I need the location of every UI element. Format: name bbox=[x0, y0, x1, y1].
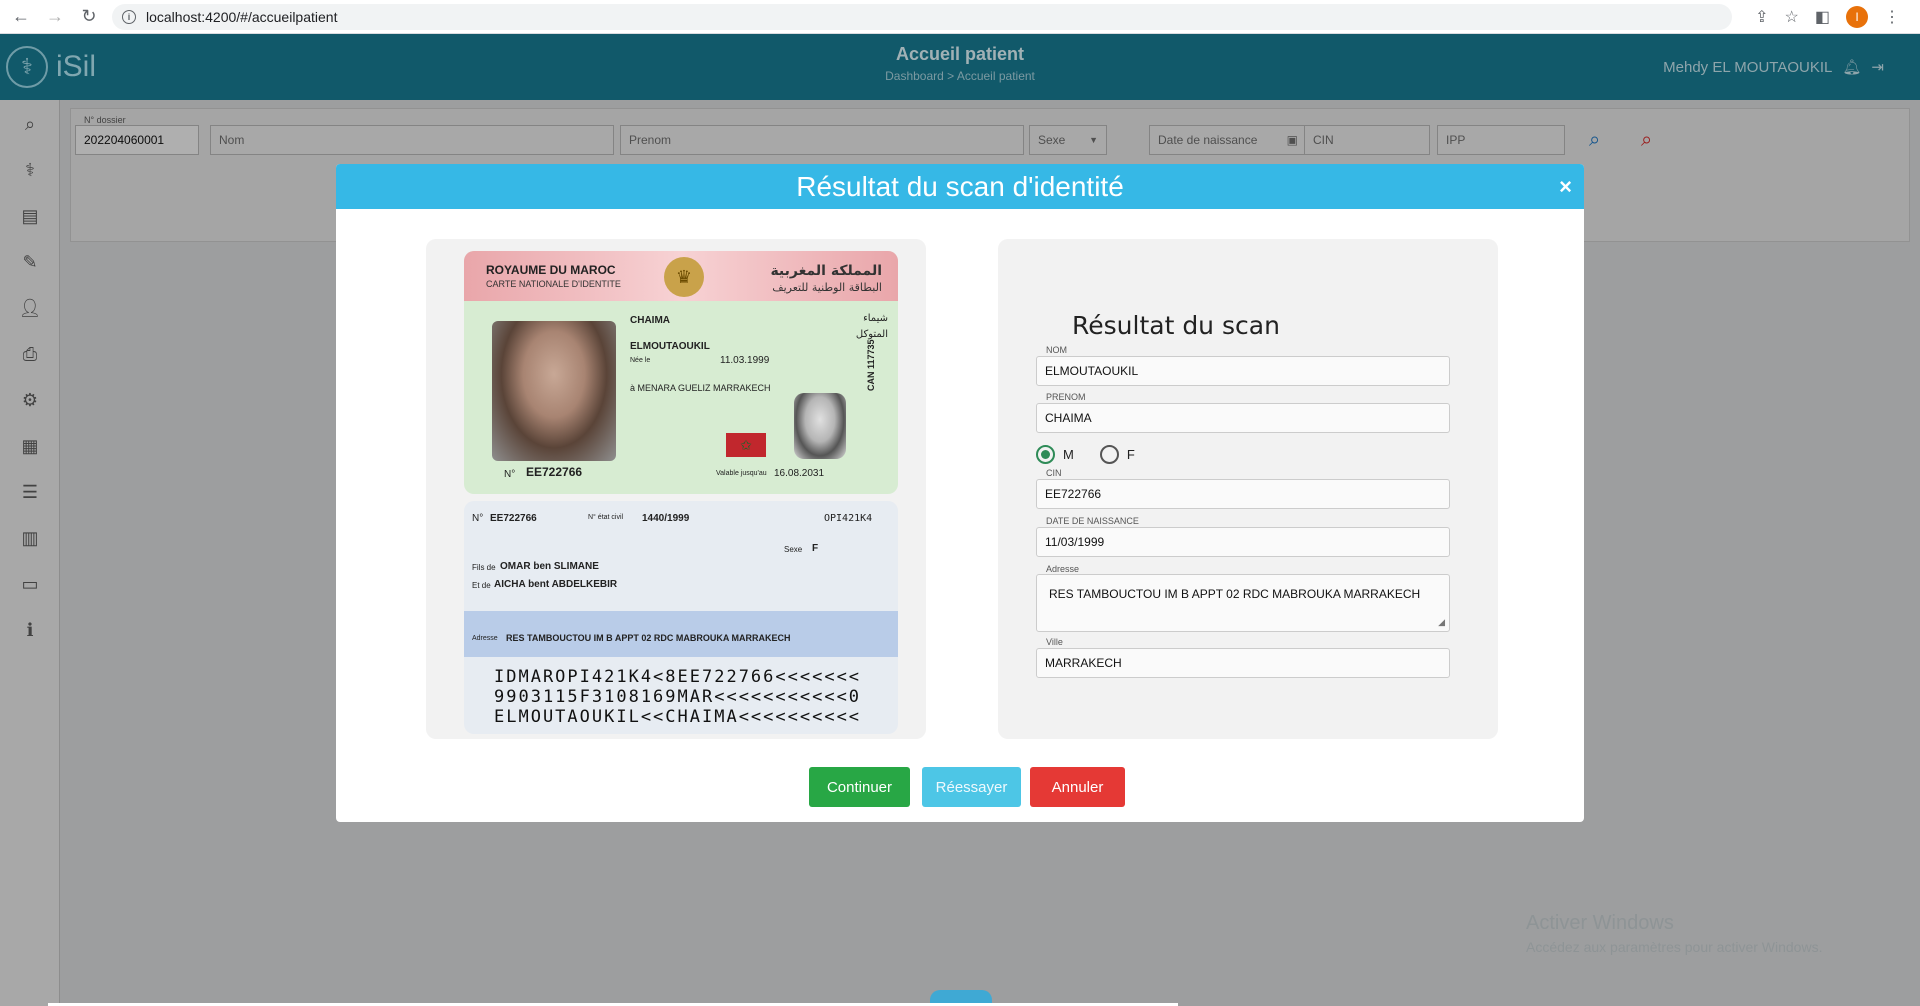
card-birth-place: à MENARA GUELIZ MARRAKECH bbox=[630, 383, 771, 393]
reload-icon[interactable]: ↻ bbox=[76, 4, 102, 30]
url-text: localhost:4200/#/accueilpatient bbox=[146, 8, 338, 25]
site-info-icon[interactable]: i bbox=[122, 9, 136, 24]
card-valid-label: Valable jusqu'au bbox=[716, 470, 767, 477]
card-type-fr: CARTE NATIONALE D'IDENTITE bbox=[486, 279, 621, 289]
side-panel-icon[interactable]: ◧ bbox=[1815, 7, 1830, 27]
cin-label: CIN bbox=[1044, 468, 1064, 478]
card-father: OMAR ben SLIMANE bbox=[500, 561, 599, 572]
card-valid-until: 16.08.2031 bbox=[774, 468, 825, 479]
id-card-front-image: ROYAUME DU MAROC CARTE NATIONALE D'IDENT… bbox=[464, 251, 898, 494]
card-mother-label: Et de bbox=[472, 581, 491, 590]
adresse-textarea[interactable]: RES TAMBOUCTOU IM B APPT 02 RDC MABROUKA… bbox=[1036, 574, 1450, 632]
adresse-value: RES TAMBOUCTOU IM B APPT 02 RDC MABROUKA… bbox=[1049, 587, 1421, 601]
back-arrow-icon[interactable]: ← bbox=[8, 4, 34, 30]
nom-label: NOM bbox=[1044, 345, 1069, 355]
modal-title: Résultat du scan d'identité bbox=[796, 171, 1124, 202]
adresse-label: Adresse bbox=[1044, 564, 1082, 574]
prenom-label: PRENOM bbox=[1044, 392, 1088, 402]
modal-header: Résultat du scan d'identité × bbox=[336, 164, 1584, 209]
scan-image-panel: ROYAUME DU MAROC CARTE NATIONALE D'IDENT… bbox=[426, 239, 926, 739]
card-can: CAN 117735 bbox=[866, 339, 876, 391]
card-born-label: Née le bbox=[630, 357, 651, 364]
profile-avatar[interactable]: I bbox=[1846, 5, 1868, 28]
sex-f-radio[interactable] bbox=[1099, 445, 1119, 464]
watermark-line-2: Accédez aux paramètres pour activer Wind… bbox=[1526, 939, 1823, 955]
card-birth-date: 11.03.1999 bbox=[720, 355, 770, 366]
card-sex-label: Sexe bbox=[784, 545, 803, 554]
card-address: RES TAMBOUCTOU IM B APPT 02 RDC MABROUKA… bbox=[506, 633, 791, 643]
id-photo bbox=[492, 321, 616, 461]
card-first-name-ar: شيماء bbox=[863, 313, 888, 324]
resize-grip-icon[interactable]: ◢ bbox=[1438, 617, 1445, 628]
cin-field[interactable]: EE722766 bbox=[1036, 479, 1450, 509]
card-type-ar: البطاقة الوطنية للتعريف bbox=[772, 281, 882, 294]
sex-f-label: F bbox=[1126, 447, 1135, 462]
dob-field[interactable]: 11/03/1999 bbox=[1036, 527, 1450, 557]
card-back-number-prefix: N° bbox=[472, 513, 484, 524]
result-title: Résultat du scan bbox=[1072, 311, 1280, 340]
forward-arrow-icon[interactable]: → bbox=[42, 4, 68, 30]
share-icon[interactable]: ⇪ bbox=[1755, 7, 1768, 27]
card-country-fr: ROYAUME DU MAROC bbox=[486, 263, 616, 277]
cancel-button[interactable]: Annuler bbox=[1030, 767, 1125, 807]
sex-m-radio[interactable] bbox=[1036, 445, 1055, 464]
browser-toolbar: ← → ↻ i localhost:4200/#/accueilpatient … bbox=[0, 0, 1920, 34]
card-last-name: ELMOUTAOUKIL bbox=[630, 341, 710, 352]
mrz-line-1: IDMAROPI421K4<8EE722766<<<<<<< bbox=[494, 667, 862, 687]
card-civil-label: N° état civil bbox=[588, 514, 624, 521]
card-sex: F bbox=[812, 543, 819, 554]
scan-result-modal: Résultat du scan d'identité × ROYAUME DU… bbox=[336, 164, 1584, 822]
dob-label: DATE DE NAISSANCE bbox=[1044, 516, 1141, 526]
card-mother: AICHA bent ABDELKEBIR bbox=[494, 579, 618, 590]
card-number-label: N° bbox=[504, 469, 516, 480]
mrz-line-3: ELMOUTAOUKIL<<CHAIMA<<<<<<<<<< bbox=[494, 707, 862, 727]
windows-activation-watermark: Activer Windows Accédez aux paramètres p… bbox=[1526, 912, 1822, 955]
card-country-ar: المملكة المغربية bbox=[770, 263, 882, 279]
card-code: OPI421K4 bbox=[824, 513, 873, 524]
id-card-back-image: N° EE722766 N° état civil 1440/1999 OPI4… bbox=[464, 501, 898, 734]
sex-m-label: M bbox=[1063, 447, 1074, 462]
scan-result-panel: Résultat du scan NOM ELMOUTAOUKIL PRENOM… bbox=[998, 239, 1498, 739]
card-mrz: IDMAROPI421K4<8EE722766<<<<<<< 9903115F3… bbox=[494, 667, 861, 727]
ville-field[interactable]: MARRAKECH bbox=[1036, 648, 1450, 678]
nom-field[interactable]: ELMOUTAOUKIL bbox=[1036, 356, 1450, 386]
sex-radio-group: M F bbox=[1036, 445, 1135, 464]
morocco-flag-icon: ✩ bbox=[726, 433, 766, 457]
card-father-label: Fils de bbox=[472, 563, 496, 572]
card-address-label: Adresse bbox=[472, 635, 498, 642]
card-last-name-ar: المتوكل bbox=[855, 329, 888, 340]
close-icon[interactable]: × bbox=[1559, 164, 1572, 209]
bookmark-star-icon[interactable]: ☆ bbox=[1785, 7, 1799, 27]
mrz-line-2: 9903115F3108169MAR<<<<<<<<<<<0 bbox=[494, 687, 862, 707]
continue-button[interactable]: Continuer bbox=[809, 767, 910, 807]
coat-of-arms-icon: ♛ bbox=[664, 257, 704, 297]
ville-label: Ville bbox=[1044, 637, 1065, 647]
browser-menu-icon[interactable]: ⋮ bbox=[1884, 7, 1900, 27]
id-photo-small bbox=[794, 393, 846, 459]
card-number: EE722766 bbox=[526, 465, 583, 479]
watermark-line-1: Activer Windows bbox=[1526, 912, 1674, 934]
card-back-number: EE722766 bbox=[490, 513, 537, 524]
card-first-name: CHAIMA bbox=[630, 315, 670, 326]
prenom-field[interactable]: CHAIMA bbox=[1036, 403, 1450, 433]
retry-button[interactable]: Réessayer bbox=[922, 767, 1021, 807]
card-civil: 1440/1999 bbox=[642, 513, 690, 524]
address-bar[interactable]: i localhost:4200/#/accueilpatient bbox=[112, 3, 1732, 30]
